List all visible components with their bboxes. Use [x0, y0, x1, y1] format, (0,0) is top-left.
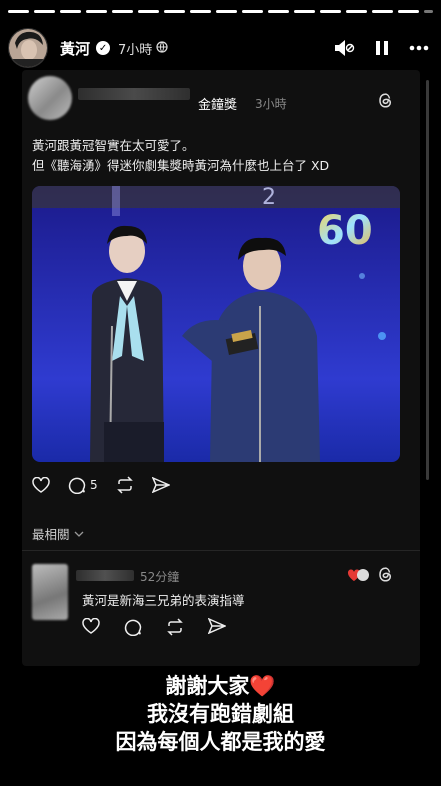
heart-emoji-icon: ❤️ [249, 674, 276, 698]
reply-count: 5 [90, 478, 98, 492]
progress-segment-current [423, 10, 433, 13]
chevron-down-icon [74, 531, 83, 537]
more-icon [409, 45, 429, 51]
speaker-muted-icon [335, 40, 355, 56]
threads-logo-icon [378, 92, 394, 113]
send-icon [151, 477, 170, 493]
pause-button[interactable] [375, 40, 389, 56]
post-text: 黃河跟黃冠智實在太可愛了。 但《聽海湧》得迷你劇集獎時黃河為什麼也上台了 XD [32, 136, 329, 176]
more-options-button[interactable] [409, 45, 429, 51]
repost-icon [167, 618, 183, 636]
progress-segment [241, 10, 263, 13]
svg-text:2: 2 [262, 186, 276, 210]
progress-segment [189, 10, 211, 13]
post-text-line: 但《聽海湧》得迷你劇集獎時黃河為什麼也上台了 XD [32, 158, 330, 173]
caption-line: 謝謝大家 [165, 674, 250, 698]
comment-icon [68, 477, 86, 494]
progress-segment [397, 10, 419, 13]
pause-icon [376, 41, 388, 55]
share-button[interactable] [151, 477, 170, 493]
story-time: 7小時 [118, 42, 153, 58]
blurred-username [78, 88, 190, 100]
liked-by-author-badge [347, 567, 371, 587]
blurred-avatar [28, 76, 72, 120]
progress-segment [33, 10, 55, 13]
progress-segment [319, 10, 341, 13]
progress-segment [163, 10, 185, 13]
comment-repost-button[interactable] [166, 618, 184, 640]
comment-share-button[interactable] [207, 617, 227, 640]
like-button[interactable] [32, 477, 50, 493]
comment-reply-button[interactable] [124, 618, 142, 640]
blurred-commenter-avatar [32, 564, 68, 620]
comment-actions [82, 617, 227, 640]
heart-icon [32, 477, 50, 493]
progress-segment [59, 10, 81, 13]
comment-like-button[interactable] [82, 617, 100, 640]
story-header: 黃河 ✓ 7小時 [8, 26, 433, 70]
progress-segment [215, 10, 237, 13]
sort-dropdown[interactable]: 最相關 [32, 524, 84, 543]
reply-button[interactable]: 5 [68, 476, 98, 494]
repost-button[interactable] [116, 476, 134, 494]
post-author[interactable]: 金鐘獎 [198, 94, 237, 113]
scrollbar[interactable] [426, 80, 429, 480]
story-caption: 謝謝大家❤️ 我沒有跑錯劇組 因為每個人都是我的愛 [0, 672, 441, 756]
threads-logo-icon [378, 566, 394, 587]
shared-threads-post[interactable]: 金鐘獎 3小時 黃河跟黃冠智實在太可愛了。 但《聽海湧》得迷你劇集獎時黃河為什麼… [22, 70, 420, 666]
progress-segment [293, 10, 315, 13]
divider [22, 550, 420, 551]
progress-segment [267, 10, 289, 13]
caption-line: 因為每個人都是我的愛 [115, 730, 326, 754]
verified-badge-icon: ✓ [96, 41, 111, 55]
heart-icon [82, 617, 100, 634]
blurred-commenter-name [76, 570, 134, 581]
progress-segment [345, 10, 367, 13]
mute-button[interactable] [333, 38, 355, 58]
story-progress [8, 10, 433, 13]
globe-icon [156, 40, 168, 56]
progress-segment [8, 10, 29, 13]
comment-text: 黃河是新海三兄弟的表演指導 [82, 593, 245, 608]
post-actions: 5 [32, 476, 170, 494]
repost-icon [116, 476, 133, 494]
comment-icon [124, 619, 142, 637]
comment-time: 52分鐘 [140, 570, 180, 584]
post-time: 3小時 [255, 97, 287, 111]
story-username[interactable]: 黃河 [60, 38, 90, 59]
post-photo[interactable]: 2 60 [32, 186, 400, 462]
caption-line: 我沒有跑錯劇組 [147, 702, 294, 726]
send-icon [207, 617, 227, 635]
avatar[interactable] [8, 28, 48, 68]
progress-segment [137, 10, 159, 13]
post-text-line: 黃河跟黃冠智實在太可愛了。 [32, 138, 195, 153]
sort-label: 最相關 [32, 527, 70, 542]
progress-segment [371, 10, 393, 13]
progress-segment [111, 10, 133, 13]
photo-badge: 60 [317, 208, 373, 254]
progress-segment [85, 10, 107, 13]
